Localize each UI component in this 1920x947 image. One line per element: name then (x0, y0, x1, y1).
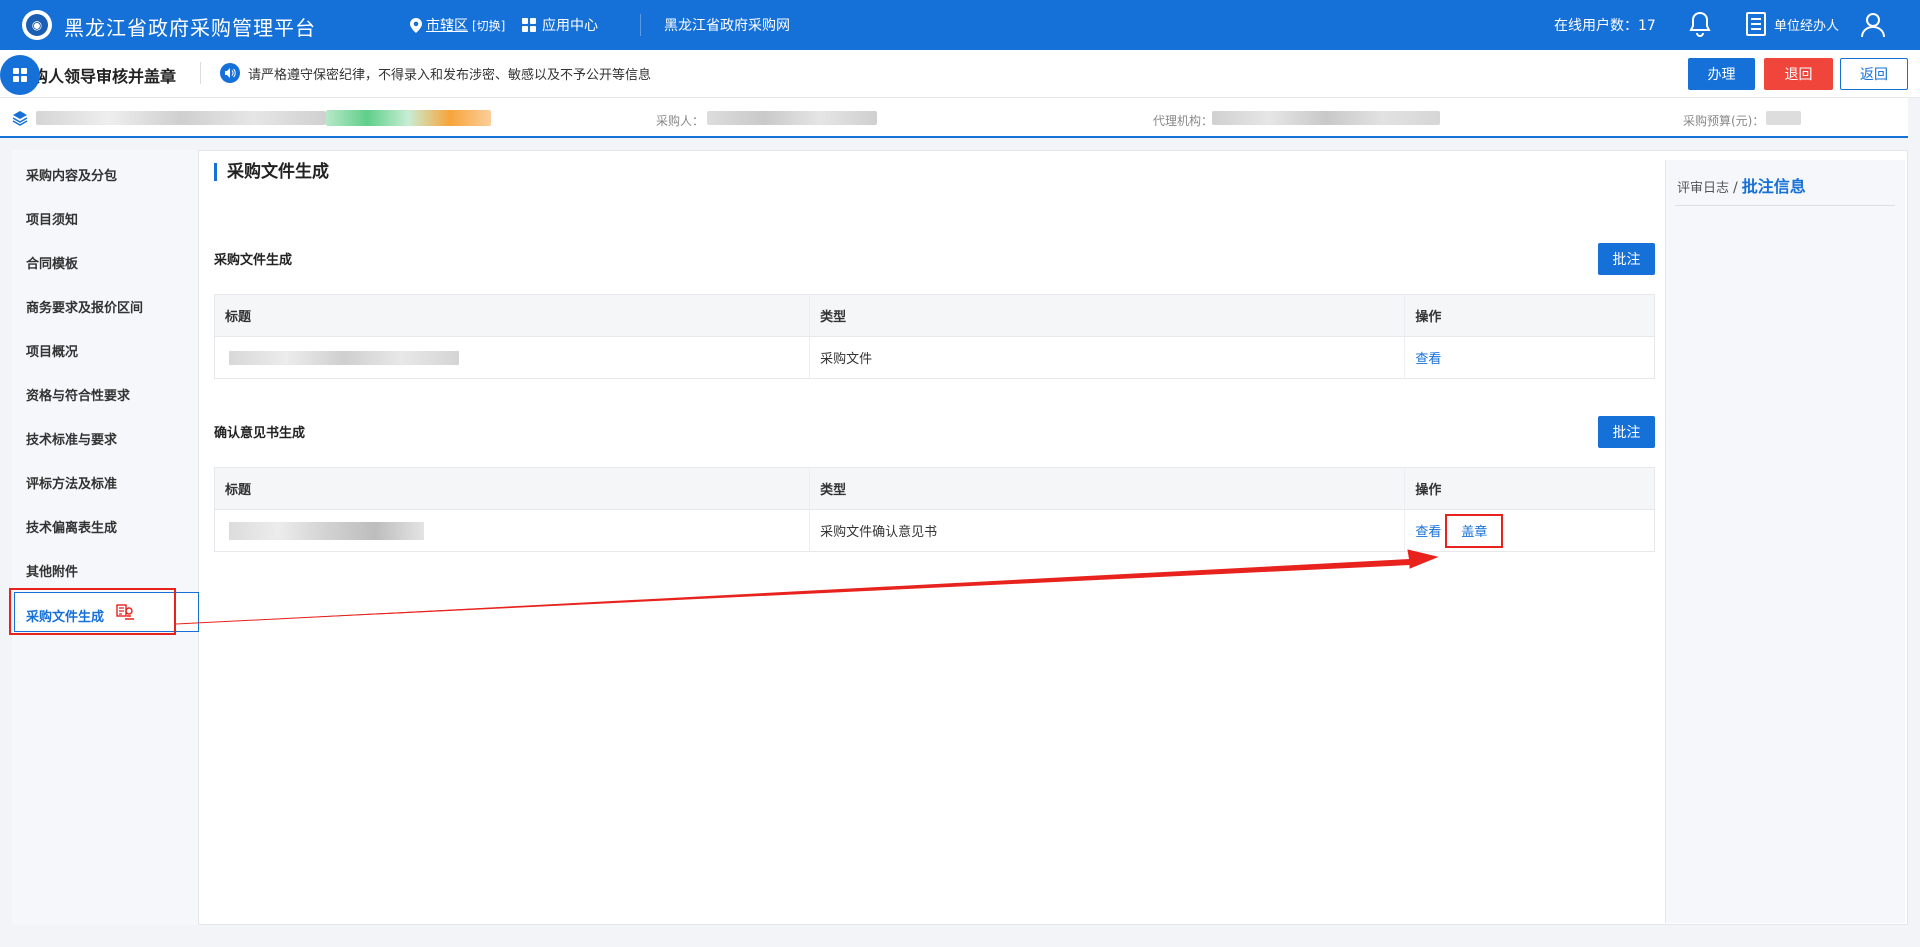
tab-review-log[interactable]: 评审日志 (1677, 177, 1729, 196)
section-title: 采购文件生成 (214, 163, 329, 181)
row-type: 采购文件确认意见书 (810, 510, 1406, 551)
layers-icon (12, 111, 28, 126)
block1-title: 采购文件生成 (214, 253, 293, 268)
region-switch-link[interactable]: [切换] (472, 17, 505, 34)
speaker-icon (220, 63, 240, 83)
region-name[interactable]: 市辖区 (426, 15, 468, 35)
sidebar-item-contract-template[interactable]: 合同模板 (26, 253, 78, 272)
region-selector[interactable]: 市辖区 [切换] (410, 15, 505, 35)
purchaser-value-redacted (707, 111, 877, 125)
seal-action-highlight: 盖章 (1445, 513, 1504, 548)
tab-separator: / (1733, 180, 1738, 196)
user-role-label: 单位经办人 (1774, 18, 1840, 34)
table-header: 标题 类型 操作 (215, 295, 1654, 337)
app-grid-icon (522, 18, 536, 32)
grid-menu-icon (13, 68, 27, 82)
agency-label: 代理机构： (1153, 114, 1214, 128)
send-back-button[interactable]: 退回 (1764, 58, 1833, 90)
user-avatar-icon[interactable] (1860, 12, 1886, 38)
header-type: 类型 (810, 295, 1406, 336)
top-header: ◉ 黑龙江省政府采购管理平台 市辖区 [切换] 应用中心 黑龙江省政府采购网 在… (0, 0, 1920, 50)
platform-logo: ◉ (22, 10, 52, 40)
handle-button[interactable]: 办理 (1688, 58, 1755, 90)
header-type: 类型 (810, 468, 1406, 509)
gov-procurement-net-link[interactable]: 黑龙江省政府采购网 (664, 15, 790, 35)
notice-text: 请严格遵守保密纪律，不得录入和发布涉密、敏感以及不予公开等信息 (248, 67, 652, 83)
sidebar-item-business-requirements[interactable]: 商务要求及报价区间 (26, 297, 143, 316)
page-title: 采购人领导审核并盖章 (26, 67, 177, 86)
table-row: 采购文件 查看 (215, 337, 1654, 378)
table-row: 采购文件确认意见书 查看 盖章 (215, 510, 1654, 551)
header-title: 标题 (215, 295, 811, 336)
app-center-link[interactable]: 应用中心 (522, 15, 598, 35)
user-role-menu[interactable]: 单位经办人 (1746, 12, 1839, 36)
sidebar-item-qualification[interactable]: 资格与符合性要求 (26, 385, 130, 404)
online-users-count: 在线用户数：17 (1554, 18, 1656, 34)
sidebar-item-content-and-lots[interactable]: 采购内容及分包 (26, 165, 117, 184)
project-code-redacted (326, 110, 491, 126)
agency-value-redacted (1212, 111, 1440, 125)
block2-annotate-button[interactable]: 批注 (1598, 416, 1655, 448)
header-title: 标题 (215, 468, 811, 509)
annotation-panel (1665, 160, 1905, 923)
project-name-redacted (36, 111, 326, 125)
header-divider (640, 14, 641, 36)
back-button[interactable]: 返回 (1840, 58, 1908, 90)
row-title-redacted (215, 337, 811, 378)
budget-label: 采购预算(元)： (1683, 114, 1765, 128)
sidebar-item-project-notice[interactable]: 项目须知 (26, 209, 78, 228)
right-panel-divider (1675, 205, 1895, 206)
tab-annotation-info[interactable]: 批注信息 (1742, 173, 1806, 197)
sidebar-item-project-overview[interactable]: 项目概况 (26, 341, 78, 360)
document-icon (1746, 12, 1766, 36)
table-header: 标题 类型 操作 (215, 468, 1654, 510)
block2-title: 确认意见书生成 (214, 426, 306, 441)
location-pin-icon (410, 17, 422, 33)
row-type: 采购文件 (810, 337, 1406, 378)
sidebar-annotation-box (9, 588, 176, 635)
app-center-label: 应用中心 (542, 18, 598, 34)
purchaser-label: 采购人： (656, 114, 705, 128)
header-action: 操作 (1415, 483, 1442, 498)
sidebar-item-evaluation-method[interactable]: 评标方法及标准 (26, 473, 117, 492)
seal-link[interactable]: 盖章 (1461, 521, 1487, 540)
sidebar-item-other-attachments[interactable]: 其他附件 (26, 561, 78, 580)
app-title: 黑龙江省政府采购管理平台 (64, 16, 316, 40)
menu-toggle-button[interactable] (0, 55, 40, 95)
budget-value-redacted (1766, 111, 1801, 125)
toolbar-divider (200, 62, 201, 84)
right-panel-tabs: 评审日志 / 批注信息 (1677, 173, 1806, 197)
sidebar-item-tech-standards[interactable]: 技术标准与要求 (26, 429, 117, 448)
row-actions: 查看 盖章 (1405, 510, 1654, 551)
row-actions: 查看 (1405, 337, 1654, 378)
header-action: 操作 (1415, 310, 1442, 325)
view-link[interactable]: 查看 (1415, 521, 1441, 540)
bell-icon[interactable] (1688, 11, 1712, 37)
block2-table: 标题 类型 操作 采购文件确认意见书 查看 盖章 (214, 467, 1655, 552)
confidentiality-notice: 请严格遵守保密纪律，不得录入和发布涉密、敏感以及不予公开等信息 (220, 63, 651, 83)
row-title-redacted (215, 510, 811, 551)
block1-annotate-button[interactable]: 批注 (1598, 243, 1655, 275)
sidebar-item-tech-deviation[interactable]: 技术偏离表生成 (26, 517, 117, 536)
view-link[interactable]: 查看 (1415, 348, 1441, 367)
block1-table: 标题 类型 操作 采购文件 查看 (214, 294, 1655, 379)
